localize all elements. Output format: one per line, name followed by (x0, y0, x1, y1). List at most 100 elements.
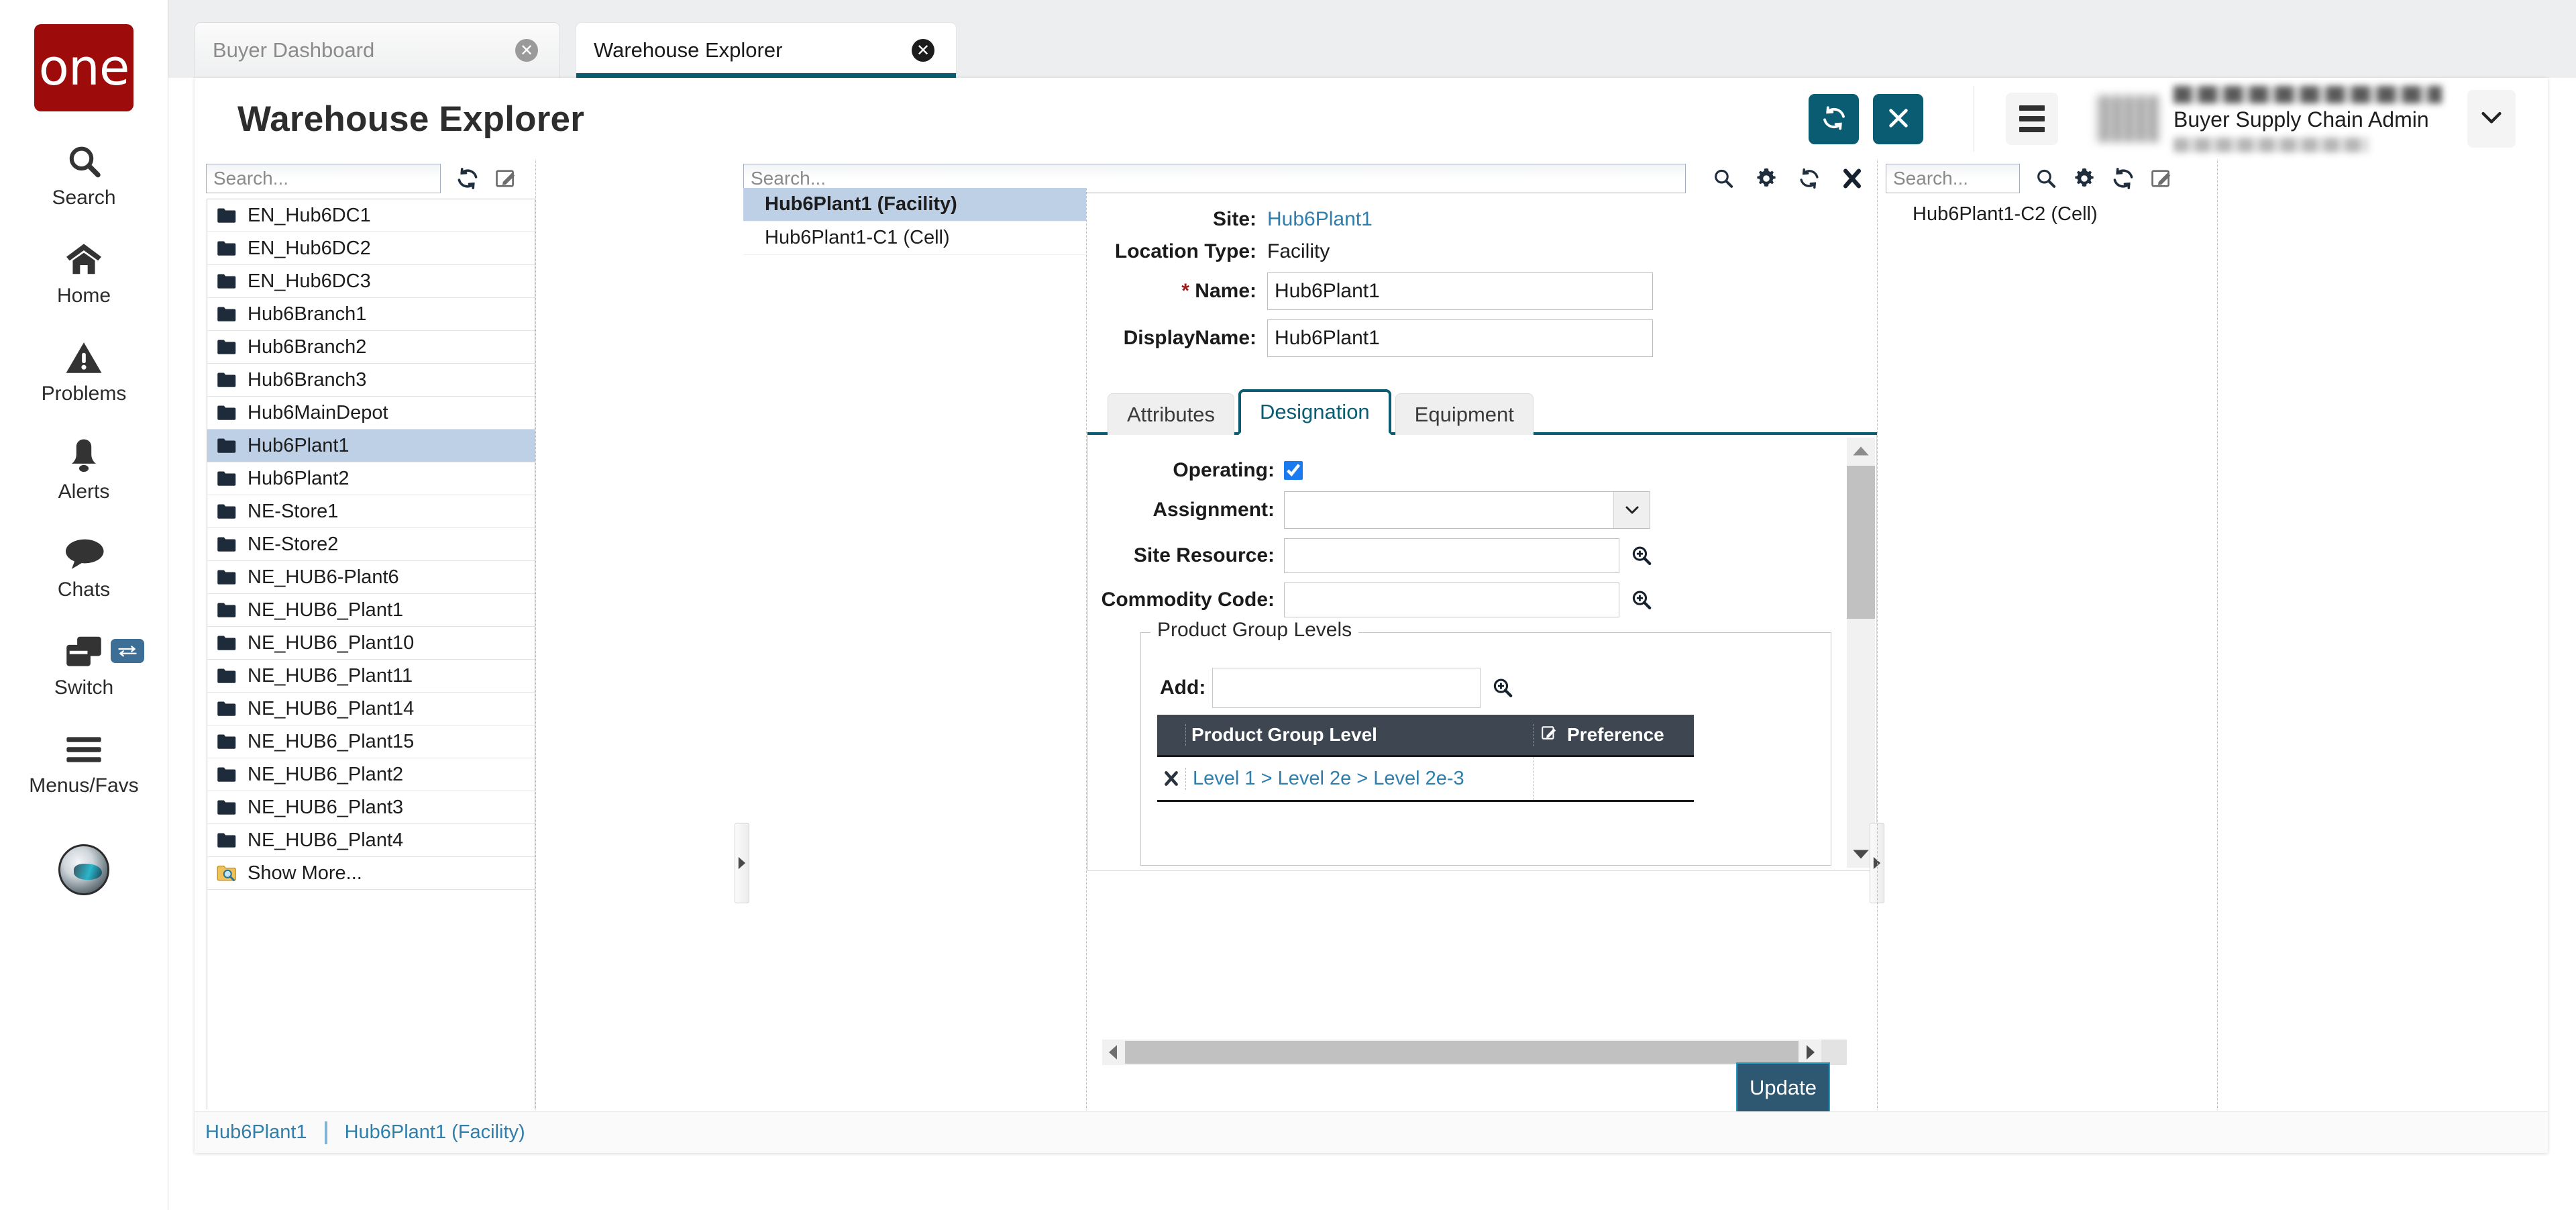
nav-item-chats[interactable]: Chats (0, 503, 168, 601)
edit-pencil-icon[interactable] (2150, 167, 2173, 190)
close-button[interactable] (1873, 94, 1923, 144)
close-x-icon[interactable] (1831, 160, 1874, 197)
list-item[interactable]: NE-Store2 (207, 528, 535, 561)
refresh-icon[interactable] (1788, 160, 1831, 197)
tab-designation[interactable]: Designation (1238, 389, 1391, 435)
tab-equipment[interactable]: Equipment (1395, 393, 1534, 435)
content-card: Warehouse Explorer (195, 78, 2548, 1153)
list-item[interactable]: NE_HUB6_Plant3 (207, 791, 535, 824)
bell-icon (66, 435, 102, 476)
scrollbar-thumb[interactable] (1847, 466, 1875, 619)
magnifier-plus-icon[interactable] (1491, 676, 1514, 699)
list-item[interactable]: Hub6MainDepot (207, 397, 535, 430)
locations-list[interactable]: EN_Hub6DC1 EN_Hub6DC2 EN_Hub6DC3 Hub6Bra… (207, 199, 535, 1109)
list-item[interactable]: EN_Hub6DC3 (207, 265, 535, 298)
list-menu-icon[interactable] (2006, 93, 2058, 145)
search-icon (65, 141, 103, 183)
table-row[interactable]: Level 1 > Level 2e > Level 2e-3 (1157, 755, 1694, 802)
list-item[interactable]: NE-Store1 (207, 495, 535, 528)
search-input[interactable] (206, 164, 441, 193)
nav-item-home[interactable]: Home (0, 209, 168, 307)
nav-item-label: Menus/Favs (29, 774, 138, 797)
edit-pencil-icon[interactable] (1540, 724, 1558, 746)
folder-icon (217, 207, 237, 224)
nav-item-menus-favs[interactable]: Menus/Favs (0, 699, 168, 797)
name-input[interactable] (1267, 272, 1653, 310)
list-item[interactable]: Hub6Branch2 (207, 331, 535, 364)
list-item[interactable]: Hub6Plant1 (207, 430, 535, 462)
product-group-add-input[interactable] (1212, 668, 1481, 708)
horizontal-scrollbar[interactable] (1102, 1040, 1847, 1065)
folder-icon (217, 831, 237, 849)
list-item[interactable]: NE_HUB6_Plant2 (207, 758, 535, 791)
list-item[interactable]: Hub6Plant1-C1 (Cell) (743, 221, 1086, 255)
nav-item-label: Problems (42, 383, 127, 405)
tab-attributes[interactable]: Attributes (1108, 393, 1234, 435)
list-item[interactable]: NE_HUB6_Plant14 (207, 693, 535, 725)
display-name-input[interactable] (1267, 319, 1653, 357)
warning-triangle-icon (64, 337, 103, 379)
close-icon[interactable]: ✕ (515, 39, 538, 62)
site-link[interactable]: Hub6Plant1 (1267, 208, 1373, 231)
nav-item-switch[interactable]: Switch (0, 601, 168, 699)
breadcrumb-item-root[interactable]: Hub6Plant1 (205, 1121, 307, 1144)
list-item[interactable]: Show More... (207, 857, 535, 890)
list-item[interactable]: EN_Hub6DC2 (207, 232, 535, 265)
gear-icon[interactable] (2072, 166, 2096, 191)
list-item[interactable]: NE_HUB6_Plant4 (207, 824, 535, 857)
refresh-icon[interactable] (455, 166, 480, 191)
operating-checkbox[interactable] (1284, 461, 1303, 480)
magnifier-plus-icon[interactable] (1630, 544, 1653, 567)
edit-pencil-icon[interactable] (494, 167, 517, 190)
site-resource-input[interactable] (1284, 538, 1619, 573)
cell-product-group-level[interactable]: Level 1 > Level 2e > Level 2e-3 (1185, 768, 1533, 790)
field-assignment: Assignment: (1088, 491, 1876, 529)
nodes-list[interactable]: Hub6Plant1 (Facility)Hub6Plant1-C1 (Cell… (743, 188, 1086, 255)
assistant-avatar[interactable] (58, 844, 109, 895)
list-item[interactable]: Hub6Branch3 (207, 364, 535, 397)
close-icon[interactable]: ✕ (912, 39, 934, 62)
tab-warehouse-explorer[interactable]: Warehouse Explorer ✕ (576, 22, 957, 78)
scroll-right-arrow-icon[interactable] (1800, 1044, 1821, 1060)
update-button[interactable]: Update (1736, 1062, 1830, 1113)
commodity-code-input[interactable] (1284, 583, 1619, 617)
list-item[interactable]: NE_HUB6_Plant1 (207, 594, 535, 627)
scrollbar-thumb[interactable] (1125, 1041, 1799, 1064)
list-item[interactable]: Hub6Branch1 (207, 298, 535, 331)
search-icon[interactable] (2035, 167, 2057, 190)
list-item[interactable]: NE_HUB6_Plant10 (207, 627, 535, 660)
scroll-up-arrow-icon[interactable] (1847, 438, 1875, 464)
nav-item-search[interactable]: Search (0, 111, 168, 209)
gear-icon[interactable] (1745, 160, 1788, 197)
detail-panel: Site: Hub6Plant1 Location Type: Facility… (1087, 197, 1877, 1109)
scroll-left-arrow-icon[interactable] (1102, 1044, 1124, 1060)
list-item[interactable]: NE_HUB6-Plant6 (207, 561, 535, 594)
vertical-scrollbar[interactable] (1847, 438, 1875, 868)
refresh-button[interactable] (1809, 94, 1859, 144)
user-menu-button[interactable] (2467, 90, 2516, 148)
list-item[interactable]: Hub6Plant1 (Facility) (743, 188, 1086, 221)
cell-preference[interactable] (1533, 757, 1694, 800)
brand-logo[interactable]: one (34, 24, 133, 111)
tab-buyer-dashboard[interactable]: Buyer Dashboard ✕ (195, 22, 560, 78)
user-block[interactable]: Buyer Supply Chain Admin (2096, 86, 2442, 152)
list-item[interactable]: Hub6Plant2 (207, 462, 535, 495)
left-nav-rail: one Search Home Problems (0, 0, 168, 1210)
search-icon[interactable] (1702, 160, 1745, 197)
delete-x-icon[interactable] (1157, 770, 1185, 787)
refresh-icon[interactable] (2111, 166, 2135, 191)
search-input[interactable] (1886, 164, 2020, 193)
nav-item-alerts[interactable]: Alerts (0, 405, 168, 503)
cells-list[interactable]: Hub6Plant1-C2 (Cell) (1878, 197, 2217, 231)
list-item[interactable]: NE_HUB6_Plant15 (207, 725, 535, 758)
location-type-value: Facility (1267, 240, 1330, 263)
magnifier-plus-icon[interactable] (1630, 589, 1653, 611)
list-item[interactable]: Hub6Plant1-C2 (Cell) (1878, 197, 2217, 231)
splitter-handle-left[interactable] (735, 823, 749, 903)
switch-toggle-badge[interactable] (111, 639, 144, 663)
list-item[interactable]: NE_HUB6_Plant11 (207, 660, 535, 693)
list-item[interactable]: EN_Hub6DC1 (207, 199, 535, 232)
breadcrumb-item-current[interactable]: Hub6Plant1 (Facility) (345, 1121, 525, 1144)
assignment-select[interactable] (1284, 491, 1650, 529)
nav-item-problems[interactable]: Problems (0, 307, 168, 405)
